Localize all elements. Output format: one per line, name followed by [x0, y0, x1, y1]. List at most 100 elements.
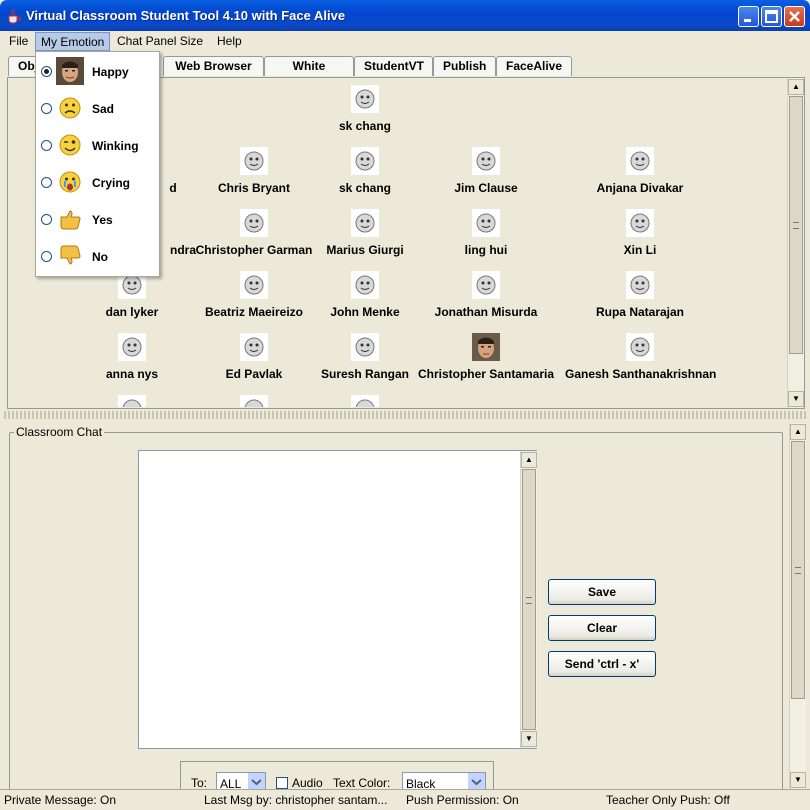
- emotion-label: Winking: [92, 139, 139, 153]
- emotion-dropdown-menu: Happy Sad Winking Crying Yes No: [35, 51, 160, 277]
- maximize-button[interactable]: [761, 6, 782, 27]
- clear-button[interactable]: Clear: [548, 615, 656, 641]
- tab-facealive[interactable]: FaceAlive: [496, 56, 572, 76]
- student-tile[interactable]: Anjana Divakar: [565, 147, 715, 199]
- scroll-thumb[interactable]: [522, 469, 536, 730]
- tab-publish[interactable]: Publish: [433, 56, 496, 76]
- student-name: Jim Clause: [454, 181, 518, 195]
- student-tile[interactable]: Rupa Natarajan: [565, 271, 715, 323]
- java-cup-icon: [8, 8, 21, 24]
- minimize-button[interactable]: [738, 6, 759, 27]
- save-button[interactable]: Save: [548, 579, 656, 605]
- radio-icon: [41, 251, 52, 262]
- window-title: Virtual Classroom Student Tool 4.10 with…: [26, 8, 346, 23]
- neutral-smiley-icon: [626, 271, 654, 299]
- radio-icon: [41, 103, 52, 114]
- radio-selected-icon: [41, 66, 52, 77]
- chat-message-area[interactable]: ▲ ▼: [138, 450, 537, 749]
- menu-chat-panel-size[interactable]: Chat Panel Size: [112, 32, 208, 51]
- neutral-smiley-icon: [240, 333, 268, 361]
- neutral-smiley-icon: [351, 209, 379, 237]
- sad-smiley-icon: [59, 97, 81, 119]
- scroll-down-button[interactable]: ▼: [790, 772, 806, 788]
- neutral-smiley-icon: [626, 147, 654, 175]
- tab-web-browser[interactable]: Web Browser: [163, 56, 264, 76]
- menu-my-emotion[interactable]: My Emotion: [35, 32, 111, 51]
- text-color-label: Text Color:: [333, 776, 391, 790]
- status-bar: Private Message: On Last Msg by: christo…: [0, 789, 810, 810]
- scroll-thumb[interactable]: [791, 441, 805, 699]
- close-icon: [789, 11, 800, 22]
- scroll-up-button[interactable]: ▲: [788, 79, 804, 95]
- private-message-status: Private Message: On: [4, 793, 117, 807]
- send-button[interactable]: Send 'ctrl - x': [548, 651, 656, 677]
- emotion-label: Yes: [92, 213, 113, 227]
- emotion-item-crying[interactable]: Crying: [36, 164, 159, 201]
- menu-bar: File My Emotion Chat Panel Size Help: [0, 31, 810, 51]
- emotion-label: Happy: [92, 65, 129, 79]
- photo-face-icon: [472, 333, 500, 361]
- tab-studentvt[interactable]: StudentVT: [354, 56, 433, 76]
- scroll-down-button[interactable]: ▼: [521, 731, 537, 747]
- neutral-smiley-icon: [240, 395, 268, 407]
- student-tile[interactable]: sk chang: [290, 85, 440, 137]
- neutral-smiley-icon: [472, 271, 500, 299]
- menu-help[interactable]: Help: [212, 32, 247, 51]
- scroll-down-button[interactable]: ▼: [788, 391, 804, 407]
- maximize-icon: [765, 10, 778, 23]
- neutral-smiley-icon: [240, 209, 268, 237]
- close-button[interactable]: [784, 6, 805, 27]
- student-name: Christopher Santamaria: [417, 367, 555, 381]
- radio-icon: [41, 140, 52, 151]
- emotion-item-happy[interactable]: Happy: [36, 53, 159, 90]
- neutral-smiley-icon: [351, 333, 379, 361]
- scroll-thumb[interactable]: [789, 96, 803, 354]
- student-panel-scrollbar[interactable]: ▲ ▼: [787, 78, 804, 408]
- neutral-smiley-icon: [118, 395, 146, 407]
- winking-smiley-icon: [59, 134, 81, 156]
- last-message-status: Last Msg by: christopher santam...: [204, 793, 388, 807]
- neutral-smiley-icon: [472, 147, 500, 175]
- neutral-smiley-icon: [351, 395, 379, 407]
- student-tile[interactable]: Jim Clause: [411, 147, 561, 199]
- neutral-smiley-icon: [351, 147, 379, 175]
- radio-icon: [41, 214, 52, 225]
- classroom-chat-title: Classroom Chat: [14, 425, 105, 439]
- scroll-up-button[interactable]: ▲: [521, 452, 537, 468]
- student-name: Rupa Natarajan: [595, 305, 685, 319]
- neutral-smiley-icon: [626, 333, 654, 361]
- emotion-item-yes[interactable]: Yes: [36, 201, 159, 238]
- neutral-smiley-icon: [626, 209, 654, 237]
- scroll-up-button[interactable]: ▲: [790, 424, 806, 440]
- emotion-item-no[interactable]: No: [36, 238, 159, 275]
- menu-file[interactable]: File: [4, 32, 33, 51]
- neutral-smiley-icon: [472, 209, 500, 237]
- student-name: Anjana Divakar: [596, 181, 684, 195]
- tab-white-board[interactable]: White Board: [264, 56, 354, 91]
- student-tile[interactable]: Xin Li: [565, 209, 715, 261]
- audio-label: Audio: [292, 776, 323, 790]
- radio-icon: [41, 177, 52, 188]
- chat-area-scrollbar[interactable]: ▲ ▼: [520, 451, 537, 748]
- student-name: Ganesh Santhanakrishnan: [565, 367, 717, 381]
- neutral-smiley-icon: [351, 271, 379, 299]
- chat-controls-row: To: ALL Audio Text Color: Black: [180, 761, 494, 792]
- emotion-label: Crying: [92, 176, 131, 190]
- photo-face-icon: [56, 57, 84, 85]
- student-tile[interactable]: Jonathan Misurda: [411, 271, 561, 323]
- emotion-label: No: [92, 250, 108, 264]
- student-name: ling hui: [464, 243, 508, 257]
- title-bar: Virtual Classroom Student Tool 4.10 with…: [0, 0, 810, 31]
- student-tile[interactable]: Christopher Santamaria: [411, 333, 561, 385]
- teacher-push-status: Teacher Only Push: Off: [606, 793, 730, 807]
- audio-checkbox[interactable]: [276, 777, 288, 789]
- emotion-item-winking[interactable]: Winking: [36, 127, 159, 164]
- neutral-smiley-icon: [240, 271, 268, 299]
- chat-panel-scrollbar[interactable]: ▲ ▼: [789, 423, 806, 789]
- crying-smiley-icon: [59, 171, 81, 193]
- push-permission-status: Push Permission: On: [406, 793, 519, 807]
- student-tile[interactable]: Ganesh Santhanakrishnan: [565, 333, 717, 385]
- split-pane-divider[interactable]: [4, 411, 806, 419]
- student-tile[interactable]: ling hui: [411, 209, 561, 261]
- emotion-item-sad[interactable]: Sad: [36, 90, 159, 127]
